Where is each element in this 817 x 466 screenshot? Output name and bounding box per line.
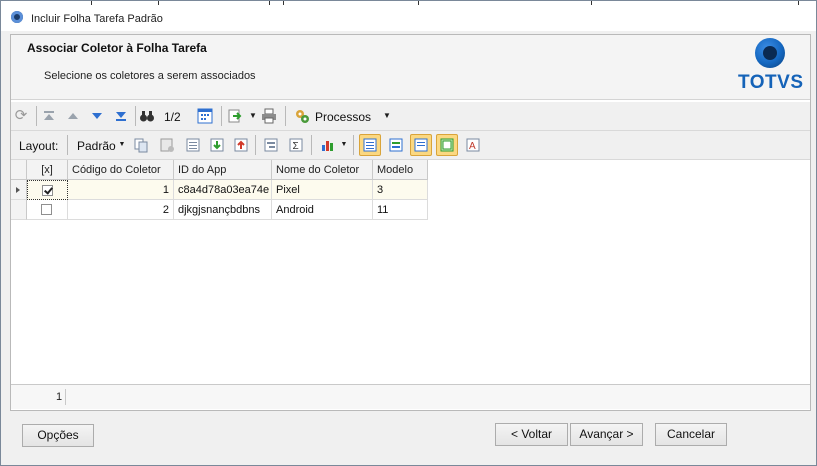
chevron-down-icon[interactable]: ▼ <box>379 108 395 124</box>
totvs-logo: TOTVS <box>738 38 804 96</box>
save-layout-icon[interactable] <box>185 137 201 153</box>
table-row-select-cell[interactable] <box>27 200 68 220</box>
toolbar-separator <box>67 135 68 155</box>
back-button[interactable]: < Voltar <box>495 423 568 446</box>
print-icon[interactable] <box>261 108 277 124</box>
row-indicator[interactable] <box>11 180 27 200</box>
export-layout-icon[interactable] <box>233 137 249 153</box>
toolbar-separator <box>285 106 286 126</box>
next-button[interactable]: Avançar > <box>570 423 643 446</box>
layout-label: Layout: <box>19 139 59 153</box>
table-row-select-cell[interactable] <box>27 180 68 200</box>
filter-view-icon[interactable] <box>413 137 429 153</box>
cell-id-app[interactable]: djkgjsnançbdbns <box>174 200 272 220</box>
cell-id-app[interactable]: c8a4d78a03ea74e <box>174 180 272 200</box>
refresh-icon[interactable]: ⟳ <box>13 108 29 124</box>
detail-view-icon[interactable] <box>439 137 455 153</box>
step-subtitle: Selecione os coletores a serem associado… <box>44 70 256 82</box>
current-row-icon <box>16 187 20 193</box>
cell-modelo[interactable]: 11 <box>373 200 428 220</box>
font-format-icon[interactable]: A <box>465 137 481 153</box>
chevron-down-icon[interactable]: ▼ <box>114 137 130 153</box>
delete-layout-icon[interactable] <box>159 137 175 153</box>
copy-layout-icon[interactable] <box>133 137 149 153</box>
first-record-icon[interactable] <box>41 108 57 124</box>
page-indicator: 1/2 <box>164 110 181 124</box>
step-title: Associar Coletor à Folha Tarefa <box>27 41 207 55</box>
grid-footer: 1 <box>11 385 810 409</box>
previous-record-icon[interactable] <box>65 108 81 124</box>
toolbar-separator <box>353 135 354 155</box>
cell-codigo[interactable]: 2 <box>68 200 174 220</box>
row-checkbox[interactable] <box>41 204 52 215</box>
chart-icon[interactable] <box>320 137 336 153</box>
collectors-grid: [x] Código do Coletor ID do App Nome do … <box>11 160 810 385</box>
chevron-down-icon[interactable]: ▼ <box>245 108 261 124</box>
toolbar-separator <box>135 106 136 126</box>
toolbar-separator <box>255 135 256 155</box>
processes-menu[interactable]: Processos <box>315 110 371 124</box>
cell-codigo[interactable]: 1 <box>68 180 174 200</box>
window-title: Incluir Folha Tarefa Padrão <box>31 13 163 25</box>
column-header-select[interactable]: [x] <box>27 160 68 180</box>
svg-text:Σ: Σ <box>293 141 299 152</box>
next-record-icon[interactable] <box>89 108 105 124</box>
layout-select[interactable]: Padrão <box>77 139 116 153</box>
dialog-window: Incluir Folha Tarefa Padrão Associar Col… <box>0 0 817 466</box>
column-header-modelo[interactable]: Modelo <box>373 160 428 180</box>
column-header-nome[interactable]: Nome do Coletor <box>272 160 373 180</box>
toolbar-separator <box>36 106 37 126</box>
sum-icon[interactable]: Σ <box>288 137 304 153</box>
cancel-button[interactable]: Cancelar <box>655 423 727 446</box>
title-bar: Incluir Folha Tarefa Padrão <box>1 1 816 31</box>
cell-nome[interactable]: Android <box>272 200 373 220</box>
layout-toolbar: Layout: Padrão ▼ Σ ▼ A <box>11 131 810 160</box>
background-artifact <box>31 1 816 5</box>
grid-view-icon[interactable] <box>362 137 378 153</box>
app-icon <box>11 11 23 23</box>
navigation-toolbar: ⟳ 1/2 ▼ Processos ▼ <box>11 102 810 131</box>
last-record-icon[interactable] <box>113 108 129 124</box>
toolbar-separator <box>221 106 222 126</box>
grid-calendar-icon[interactable] <box>197 108 213 124</box>
export-icon[interactable] <box>227 108 243 124</box>
wizard-panel: Associar Coletor à Folha Tarefa Selecion… <box>10 34 811 411</box>
record-count: 1 <box>56 391 63 403</box>
options-button[interactable]: Opções <box>22 424 94 447</box>
row-indicator[interactable] <box>11 200 27 220</box>
chevron-down-icon[interactable]: ▼ <box>336 137 352 153</box>
row-indicator-header <box>11 160 27 180</box>
column-header-codigo[interactable]: Código do Coletor <box>68 160 174 180</box>
row-checkbox[interactable] <box>42 185 53 196</box>
logo-text: TOTVS <box>738 72 804 93</box>
toolbar-separator <box>311 135 312 155</box>
footer-divider <box>65 389 66 405</box>
column-header-id-app[interactable]: ID do App <box>174 160 272 180</box>
cell-modelo[interactable]: 3 <box>373 180 428 200</box>
cell-nome[interactable]: Pixel <box>272 180 373 200</box>
svg-text:A: A <box>469 141 476 152</box>
wizard-header: Associar Coletor à Folha Tarefa Selecion… <box>11 35 810 100</box>
search-binoculars-icon[interactable] <box>139 108 155 124</box>
group-icon[interactable] <box>263 137 279 153</box>
import-layout-icon[interactable] <box>209 137 225 153</box>
processes-gear-icon[interactable] <box>294 108 310 124</box>
totvs-logo-icon <box>755 38 785 68</box>
form-view-icon[interactable] <box>388 137 404 153</box>
